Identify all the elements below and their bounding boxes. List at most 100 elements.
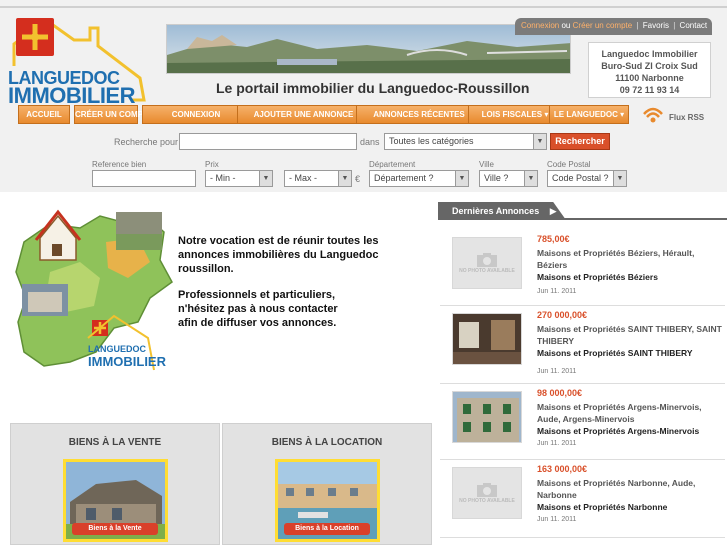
signup-link[interactable]: Créer un compte: [573, 21, 633, 30]
intro-line-b: n'hésitez pas à nous contacter: [178, 303, 338, 315]
listing-category[interactable]: Maisons et Propriétés Narbonne: [537, 501, 722, 513]
company-phone: 09 72 11 93 14: [619, 85, 680, 95]
listing-description[interactable]: Maisons et Propriétés Béziers, Hérault, …: [537, 247, 722, 283]
chevron-down-icon: ▼: [455, 171, 468, 186]
site-logo[interactable]: LANGUEDOC IMMOBILIER: [4, 14, 150, 108]
rss-icon[interactable]: [640, 104, 666, 127]
contact-link[interactable]: Contact: [680, 21, 708, 30]
login-link[interactable]: Connexion: [521, 21, 559, 30]
listing-price: 785,00€: [537, 234, 570, 244]
intro-text: Notre vocation est de réunir toutes les …: [178, 234, 428, 342]
listing-category[interactable]: Maisons et Propriétés Argens-Minervois: [537, 425, 722, 437]
price-min-select[interactable]: - Min - ▼: [205, 170, 273, 187]
price-max-select[interactable]: - Max - ▼: [284, 170, 352, 187]
no-photo-placeholder: NO PHOTO AVAILABLE: [453, 238, 521, 288]
listing-location[interactable]: Maisons et Propriétés Argens-Minervois, …: [537, 401, 722, 425]
header-top-line: [0, 6, 727, 8]
sale-listings-link[interactable]: Biens à la Vente: [63, 459, 168, 542]
listing-location[interactable]: Maisons et Propriétés Narbonne, Aude, Na…: [537, 477, 722, 501]
latest-listings-header: Dernières Annonces ▶: [438, 202, 727, 220]
rental-listings-box: BIENS À LA LOCATION Biens à la Location: [222, 423, 432, 545]
listing-location[interactable]: Maisons et Propriétés SAINT THIBERY, SAI…: [537, 323, 722, 347]
rent-caption: Biens à la Location: [284, 523, 370, 535]
listing-thumbnail[interactable]: [452, 391, 522, 443]
camera-icon: [477, 483, 497, 497]
listing-price: 98 000,00€: [537, 388, 583, 398]
listing-thumbnail[interactable]: NO PHOTO AVAILABLE: [452, 237, 522, 289]
listing-location[interactable]: Maisons et Propriétés Béziers, Hérault, …: [537, 247, 722, 271]
listing-card[interactable]: 98 000,00€ Maisons et Propriétés Argens-…: [440, 384, 725, 460]
city-label: Ville: [479, 160, 494, 169]
department-label: Département: [369, 160, 416, 169]
category-select[interactable]: Toutes les catégories ▼: [384, 133, 547, 150]
search-button[interactable]: Rechercher: [550, 133, 610, 150]
chevron-down-icon: ▼: [338, 171, 351, 186]
play-arrow-icon: ▶: [549, 206, 557, 216]
listing-description[interactable]: Maisons et Propriétés Argens-Minervois, …: [537, 401, 722, 437]
company-city: 11100 Narbonne: [615, 73, 684, 83]
intro-line-a: Professionnels et particuliers,: [178, 289, 336, 301]
map-brand-line2: IMMOBILIER: [88, 354, 166, 369]
nav-recent-listings[interactable]: ANNONCES RÉCENTES: [356, 105, 482, 124]
city-value: Ville ?: [484, 173, 509, 183]
nav-tax-laws-label: LOIS FISCALES: [481, 110, 543, 119]
nav-languedoc[interactable]: LE LANGUEDOC ▾: [549, 105, 629, 124]
header-banner-photo: [166, 24, 571, 74]
site-tagline: Le portail immobilier du Languedoc-Rouss…: [216, 80, 530, 96]
rental-listings-link[interactable]: Biens à la Location: [275, 459, 380, 542]
or-text: ou: [561, 21, 571, 30]
listing-card[interactable]: NO PHOTO AVAILABLE 163 000,00€ Maisons e…: [440, 460, 725, 538]
separator: |: [636, 21, 639, 30]
nav-tax-laws[interactable]: LOIS FISCALES ▾: [468, 105, 562, 124]
rent-box-title: BIENS À LA LOCATION: [271, 437, 383, 448]
no-photo-placeholder: NO PHOTO AVAILABLE: [453, 468, 521, 518]
rss-label[interactable]: Flux RSS: [669, 113, 704, 122]
chevron-down-icon: ▼: [613, 171, 626, 186]
nav-add-listing[interactable]: AJOUTER UNE ANNONCE: [237, 105, 370, 124]
search-in-label: dans: [360, 137, 380, 147]
chevron-down-icon: ▼: [524, 171, 537, 186]
department-value: Département ?: [374, 173, 434, 183]
sale-box-title: BIENS À LA VENTE: [68, 437, 162, 448]
listing-thumbnail[interactable]: [452, 313, 522, 365]
zip-select[interactable]: Code Postal ? ▼: [547, 170, 627, 187]
listing-description[interactable]: Maisons et Propriétés Narbonne, Aude, Na…: [537, 477, 722, 513]
latest-listings-tab[interactable]: Dernières Annonces ▶: [438, 202, 566, 220]
latest-listings-title: Dernières Annonces: [452, 206, 540, 216]
price-max-value: - Max -: [289, 173, 317, 183]
listing-card[interactable]: 270 000,00€ Maisons et Propriétés SAINT …: [440, 306, 725, 384]
no-photo-text: NO PHOTO AVAILABLE: [459, 498, 515, 504]
department-select[interactable]: Département ? ▼: [369, 170, 469, 187]
nav-home[interactable]: ACCUEIL: [18, 105, 70, 124]
category-select-value: Toutes les catégories: [389, 136, 474, 146]
listing-date: Jun 11. 2011: [537, 516, 577, 523]
account-bar: Connexion ou Créer un compte | Favoris |…: [515, 18, 712, 35]
city-select[interactable]: Ville ? ▼: [479, 170, 538, 187]
nav-login[interactable]: CONNEXION: [142, 105, 250, 124]
listing-price: 163 000,00€: [537, 464, 588, 474]
listing-date: Jun 11. 2011: [537, 368, 577, 375]
favorites-link[interactable]: Favoris: [643, 21, 669, 30]
reference-label: Reference bien: [92, 160, 147, 169]
sale-listings-box: BIENS À LA VENTE Biens à la Vente: [10, 423, 220, 545]
intro-paragraph-2: Professionnels et particuliers, n'hésite…: [178, 288, 428, 330]
listing-card[interactable]: NO PHOTO AVAILABLE 785,00€ Maisons et Pr…: [440, 230, 725, 306]
reference-input[interactable]: [92, 170, 196, 187]
separator: |: [673, 21, 676, 30]
search-input[interactable]: [179, 133, 357, 150]
listing-description[interactable]: Maisons et Propriétés SAINT THIBERY, SAI…: [537, 323, 722, 359]
listing-category[interactable]: Maisons et Propriétés Béziers: [537, 271, 722, 283]
intro-paragraph-1: Notre vocation est de réunir toutes les …: [178, 235, 379, 275]
price-label: Prix: [205, 160, 219, 169]
price-min-value: - Min -: [210, 173, 236, 183]
listing-thumbnail[interactable]: NO PHOTO AVAILABLE: [452, 467, 522, 519]
listing-date: Jun 11. 2011: [537, 288, 577, 295]
nav-create-account[interactable]: CRÉER UN COMPTE: [74, 105, 153, 124]
zip-label: Code Postal: [547, 160, 591, 169]
no-photo-text: NO PHOTO AVAILABLE: [459, 268, 515, 274]
nav-languedoc-label: LE LANGUEDOC: [553, 110, 618, 119]
chevron-down-icon: ▼: [259, 171, 272, 186]
listing-date: Jun 11. 2011: [537, 440, 577, 447]
listing-category[interactable]: Maisons et Propriétés SAINT THIBERY: [537, 347, 722, 359]
listing-price: 270 000,00€: [537, 310, 588, 320]
